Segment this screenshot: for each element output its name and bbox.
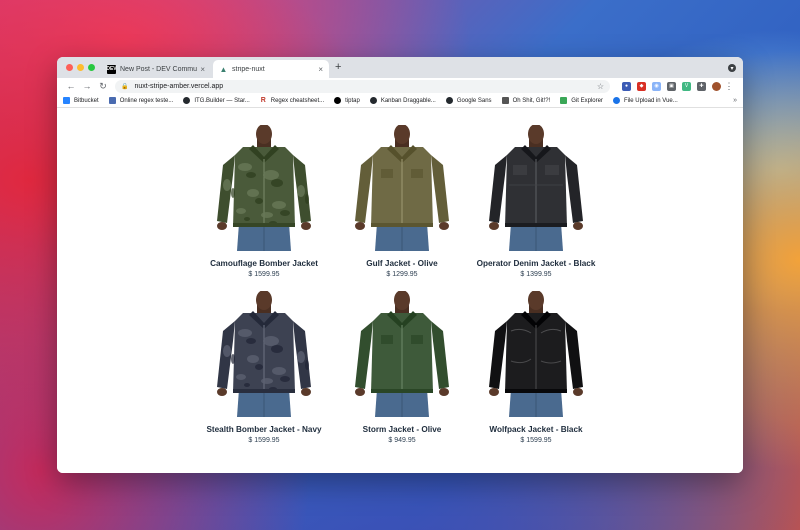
product-price: $ 1399.95	[520, 271, 552, 278]
back-button[interactable]: ←	[63, 81, 79, 91]
product-name[interactable]: Storm Jacket - Olive	[333, 425, 471, 434]
bookmark-item[interactable]: Oh Shit, Git!?!	[501, 97, 551, 104]
bookmark-item[interactable]: Git Explorer	[560, 97, 603, 104]
tab-bar: DEV New Post - DEV Community 🙈 × ▲ strip…	[57, 57, 743, 78]
github-icon	[369, 97, 377, 104]
product-image[interactable]	[209, 291, 319, 417]
maximize-window-button[interactable]	[88, 64, 95, 71]
product-name[interactable]: Gulf Jacket - Olive	[333, 259, 471, 268]
bookmark-label: File Upload in Vue...	[623, 97, 678, 104]
regex101-icon	[108, 97, 116, 104]
reload-button[interactable]: ↻	[95, 81, 111, 92]
tab-title: New Post - DEV Community 🙈	[120, 66, 198, 73]
product-card[interactable]: Operator Denim Jacket - Black $ 1399.95	[467, 125, 605, 278]
git-icon	[501, 97, 509, 104]
grid-icon	[560, 97, 568, 104]
bookmark-label: ITG.Builder — Star...	[194, 97, 250, 104]
puzzle-icon[interactable]: ✚	[697, 81, 706, 91]
bookmark-item[interactable]: R Regex cheatsheet...	[260, 97, 324, 104]
product-name[interactable]: Operator Denim Jacket - Black	[467, 259, 605, 268]
address-bar[interactable]: 🔒 nuxt-stripe-amber.vercel.app ☆	[115, 79, 610, 93]
product-price: $ 1599.95	[520, 437, 552, 444]
product-image[interactable]	[481, 125, 591, 251]
toolbar: ← → ↻ 🔒 nuxt-stripe-amber.vercel.app ☆ ●…	[57, 78, 743, 94]
product-card[interactable]: Wolfpack Jacket - Black $ 1599.95	[467, 291, 605, 444]
product-price: $ 1299.95	[386, 271, 418, 278]
vue-devtools-icon[interactable]: V	[682, 81, 691, 91]
close-icon[interactable]: ×	[318, 65, 323, 74]
bookmark-star-icon[interactable]: ☆	[597, 82, 604, 91]
tab-dev-community[interactable]: DEV New Post - DEV Community 🙈 ×	[101, 60, 211, 78]
close-window-button[interactable]	[66, 64, 73, 71]
forward-button[interactable]: →	[79, 81, 95, 91]
new-tab-button[interactable]: +	[335, 61, 341, 73]
product-card[interactable]: Stealth Bomber Jacket - Navy $ 1599.95	[195, 291, 333, 444]
extension-icon[interactable]: ●	[622, 81, 631, 91]
bitbucket-icon	[63, 97, 70, 104]
product-card[interactable]: Storm Jacket - Olive $ 949.95	[333, 291, 471, 444]
tab-title: stripe-nuxt	[232, 65, 265, 73]
tiptap-icon	[334, 97, 342, 104]
r-icon: R	[260, 97, 266, 104]
product-price: $ 949.95	[388, 437, 416, 444]
avatar[interactable]	[712, 81, 721, 91]
product-image[interactable]	[481, 291, 591, 417]
tab-stripe-nuxt[interactable]: ▲ stripe-nuxt ×	[213, 60, 329, 78]
product-image[interactable]	[347, 291, 457, 417]
bookmark-item[interactable]: Online regex teste...	[108, 97, 174, 104]
bookmark-label: Bitbucket	[74, 97, 99, 104]
bookmark-item[interactable]: File Upload in Vue...	[612, 97, 678, 104]
bookmarks-bar: Bitbucket Online regex teste... ITG.Buil…	[57, 94, 743, 108]
product-price: $ 1599.95	[248, 437, 280, 444]
extension-icon[interactable]: ◉	[652, 81, 661, 91]
lock-icon: 🔒	[121, 83, 129, 90]
github-icon	[183, 97, 191, 104]
github-icon	[445, 97, 453, 104]
bookmark-item[interactable]: Google Sans	[445, 97, 492, 104]
tab-search-icon[interactable]: ▾	[728, 64, 736, 72]
dev-icon: DEV	[106, 64, 117, 74]
bookmark-label: Online regex teste...	[119, 97, 174, 104]
product-price: $ 1599.95	[248, 271, 280, 278]
nuxt-icon: ▲	[219, 64, 228, 74]
menu-icon[interactable]: ⋮	[721, 81, 737, 92]
bookmark-label: Regex cheatsheet...	[270, 97, 325, 104]
bookmark-item[interactable]: tiptap	[334, 97, 360, 104]
globe-icon	[612, 97, 620, 104]
minimize-window-button[interactable]	[77, 64, 84, 71]
bookmark-label: Kanban Draggable...	[380, 97, 436, 104]
bookmark-item[interactable]: Bitbucket	[63, 97, 99, 104]
browser-window: DEV New Post - DEV Community 🙈 × ▲ strip…	[57, 57, 743, 473]
product-card[interactable]: Gulf Jacket - Olive $ 1299.95	[333, 125, 471, 278]
pip-icon[interactable]: ▣	[667, 81, 676, 91]
bookmark-item[interactable]: ITG.Builder — Star...	[183, 97, 250, 104]
product-name[interactable]: Wolfpack Jacket - Black	[467, 425, 605, 434]
bookmark-item[interactable]: Kanban Draggable...	[369, 97, 436, 104]
bookmark-label: Google Sans	[456, 97, 492, 104]
bookmarks-overflow-button[interactable]: »	[733, 97, 737, 104]
product-card[interactable]: Camouflage Bomber Jacket $ 1599.95	[195, 125, 333, 278]
close-icon[interactable]: ×	[200, 65, 205, 74]
product-image[interactable]	[209, 125, 319, 251]
abp-icon[interactable]: ◆	[637, 81, 646, 91]
product-name[interactable]: Stealth Bomber Jacket - Navy	[195, 425, 333, 434]
url-text: nuxt-stripe-amber.vercel.app	[134, 82, 224, 90]
product-name[interactable]: Camouflage Bomber Jacket	[195, 259, 333, 268]
bookmark-label: Oh Shit, Git!?!	[512, 97, 551, 104]
bookmark-label: Git Explorer	[571, 97, 603, 104]
product-grid: Camouflage Bomber Jacket $ 1599.95 Gulf …	[57, 108, 743, 473]
product-image[interactable]	[347, 125, 457, 251]
bookmark-label: tiptap	[345, 97, 360, 104]
